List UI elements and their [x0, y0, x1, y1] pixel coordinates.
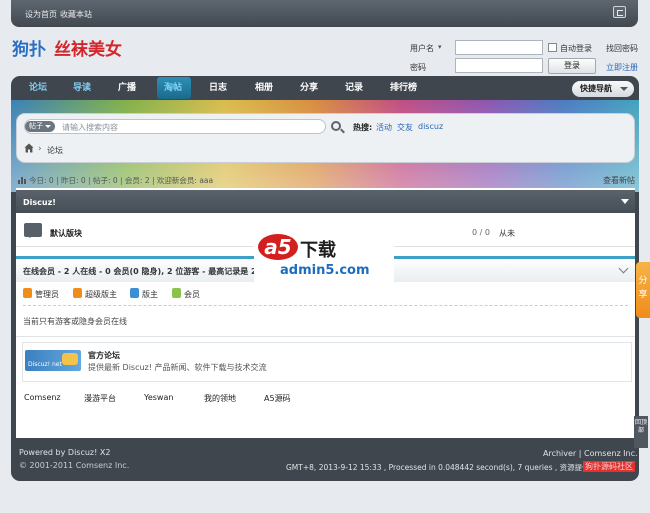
role-label: 超级版主 — [85, 290, 117, 299]
hot-word-link[interactable]: 活动 — [376, 122, 392, 133]
online-hidden-note: 当前只有游客或隐身会员在线 — [23, 317, 127, 326]
autologin-label: 自动登录 — [560, 44, 592, 53]
super-moderator-role-icon — [73, 288, 82, 298]
forgot-password-link[interactable]: 找回密码 — [606, 43, 638, 54]
search-placeholder[interactable]: 请输入搜索内容 — [62, 122, 118, 133]
nav-item-collection[interactable]: 淘帖 — [164, 80, 182, 93]
login-button[interactable]: 登录 — [548, 58, 596, 74]
top-bar: 设为首页 收藏本站 — [11, 0, 638, 27]
back-to-top-button[interactable]: 回顶部 — [634, 416, 648, 448]
role-label: 会员 — [184, 290, 200, 299]
username-input[interactable] — [455, 40, 543, 55]
watermark-download: 下载 — [300, 240, 336, 261]
set-home-link[interactable]: 设为首页 — [25, 9, 57, 20]
divider — [23, 305, 628, 306]
password-label: 密码 — [410, 63, 426, 72]
friend-link[interactable]: A5源码 — [264, 393, 291, 404]
nav-item-broadcast[interactable]: 广播 — [118, 80, 136, 93]
discuz-logo[interactable]: Discuz! net — [25, 350, 81, 371]
forum-counts: 0 / 0 — [472, 228, 490, 237]
archiver-link[interactable]: Archiver | Comsenz Inc. — [543, 449, 638, 458]
collapse-arrow-icon[interactable] — [621, 199, 629, 208]
friend-link[interactable]: 我的领地 — [204, 393, 236, 404]
hot-word-link[interactable]: discuz — [418, 122, 443, 131]
powered-by[interactable]: Powered by Discuz! X2 — [19, 448, 110, 457]
forum-name-link[interactable]: 默认版块 — [50, 228, 82, 239]
quick-nav-button[interactable]: 快捷导航 — [572, 81, 634, 97]
home-icon[interactable] — [24, 143, 34, 153]
nav-item-guide[interactable]: 导读 — [73, 80, 91, 93]
breadcrumb-chevron-icon: › — [38, 144, 42, 154]
hot-search-label: 热搜: — [353, 123, 373, 132]
site-logo[interactable]: 狗扑 — [12, 35, 46, 60]
member-role-icon — [172, 288, 181, 298]
role-label: 版主 — [142, 290, 158, 299]
nav-item-forum[interactable]: 论坛 — [29, 80, 47, 93]
copyright: © 2001-2011 Comsenz Inc. — [19, 461, 130, 470]
official-forum-desc: 提供最新 Discuz! 产品新闻、软件下载与技术交流 — [88, 363, 267, 372]
breadcrumb-current[interactable]: 论坛 — [47, 145, 63, 156]
share-side-button[interactable]: 分享 — [636, 262, 650, 318]
watermark-logo: a5 下载 admin5.com — [254, 232, 394, 282]
official-forum-link[interactable]: 官方论坛 — [88, 350, 120, 361]
search-icon[interactable] — [331, 121, 341, 131]
nav-item-record[interactable]: 记录 — [345, 80, 363, 93]
online-summary[interactable]: 在线会员 - 2 人在线 - 0 会员(0 隐身), 2 位游客 - 最高记录是… — [23, 266, 267, 277]
search-type-select[interactable]: 帖子 — [25, 121, 55, 132]
hot-word-link[interactable]: 交友 — [397, 122, 413, 133]
exit-icon[interactable] — [613, 6, 626, 18]
category-title[interactable]: Discuz! — [23, 198, 56, 207]
friend-link[interactable]: Yeswan — [144, 393, 173, 402]
forum-chat-icon — [24, 223, 42, 238]
nav-item-ranking[interactable]: 排行榜 — [390, 80, 417, 93]
watermark-a5: a5 — [258, 234, 298, 260]
nav-item-share[interactable]: 分享 — [300, 80, 318, 93]
username-label: 用户名 — [410, 44, 434, 53]
autologin-checkbox[interactable] — [548, 43, 557, 52]
admin-role-icon — [23, 288, 32, 298]
divider — [16, 336, 635, 337]
bookmark-link[interactable]: 收藏本站 — [60, 9, 92, 20]
site-logo-suffix[interactable]: 丝袜美女 — [54, 35, 122, 60]
provider-link[interactable]: 狗扑源码社区 — [583, 461, 635, 472]
stats-icon — [18, 177, 26, 184]
password-input[interactable] — [455, 58, 543, 73]
moderator-role-icon — [130, 288, 139, 298]
forum-stats: 今日: 0 | 昨日: 0 | 帖子: 0 | 会员: 2 | 欢迎新会员: a… — [29, 176, 214, 185]
nav-item-blog[interactable]: 日志 — [209, 80, 227, 93]
process-info: GMT+8, 2013-9-12 15:33 , Processed in 0.… — [286, 463, 598, 472]
friend-link[interactable]: 漫游平台 — [84, 393, 116, 404]
friend-link[interactable]: Comsenz — [24, 393, 61, 402]
view-new-posts-link[interactable]: 查看新帖 — [603, 175, 635, 186]
register-link[interactable]: 立即注册 — [606, 62, 638, 73]
username-dropdown-icon[interactable]: ▾ — [438, 43, 442, 51]
watermark-domain: admin5.com — [280, 263, 370, 278]
role-label: 管理员 — [35, 290, 59, 299]
nav-item-album[interactable]: 相册 — [255, 80, 273, 93]
category-header — [16, 190, 635, 213]
forum-last-post: 从未 — [499, 229, 515, 238]
discuz-logo-text: Discuz! net — [28, 361, 62, 368]
